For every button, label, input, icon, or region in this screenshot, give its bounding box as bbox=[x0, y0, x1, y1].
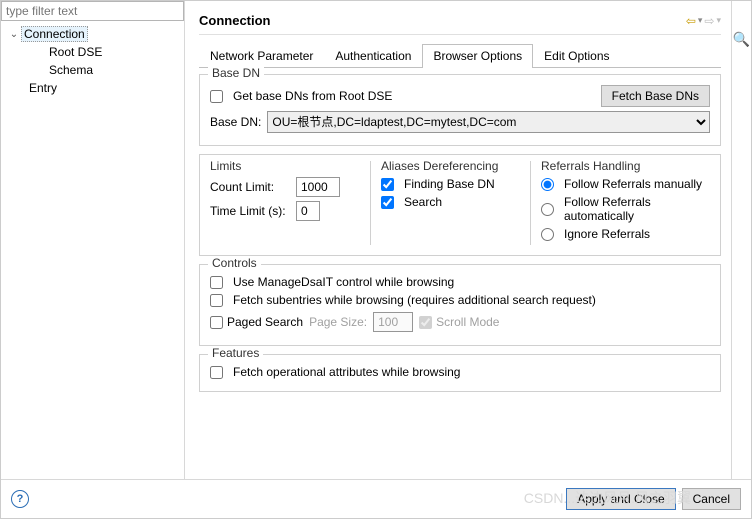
time-limit-label: Time Limit (s): bbox=[210, 204, 290, 218]
tree-label: Schema bbox=[47, 63, 95, 77]
count-limit-input[interactable] bbox=[296, 177, 340, 197]
fetch-subentries-checkbox[interactable]: Fetch subentries while browsing (require… bbox=[210, 293, 710, 307]
sidebar: ⌄ Connection Root DSE Schema Entry bbox=[1, 1, 185, 479]
tree-label: Connection bbox=[21, 26, 88, 42]
tree-item-root-dse[interactable]: Root DSE bbox=[1, 43, 184, 61]
label: Use ManageDsaIT control while browsing bbox=[233, 275, 454, 289]
label: Paged Search bbox=[227, 315, 303, 329]
base-dn-label: Base DN: bbox=[210, 115, 261, 129]
tree-label: Root DSE bbox=[47, 45, 104, 59]
base-dn-select[interactable]: OU=根节点,DC=ldaptest,DC=mytest,DC=com bbox=[267, 111, 710, 133]
right-rail: 🔍 bbox=[731, 1, 751, 479]
tree-item-connection[interactable]: ⌄ Connection bbox=[1, 25, 184, 43]
managedsait-checkbox[interactable]: Use ManageDsaIT control while browsing bbox=[210, 275, 710, 289]
tree-label: Entry bbox=[27, 81, 59, 95]
tab-edit-options[interactable]: Edit Options bbox=[533, 44, 620, 68]
label: Search bbox=[404, 195, 442, 209]
tab-browser-options[interactable]: Browser Options bbox=[422, 44, 533, 68]
search-icon[interactable]: 🔍 bbox=[733, 31, 750, 48]
label: Scroll Mode bbox=[436, 315, 499, 329]
limits-aliases-referrals-group: Limits Count Limit: Time Limit (s): Alia… bbox=[199, 154, 721, 256]
label: Get base DNs from Root DSE bbox=[233, 89, 392, 103]
page-size-input bbox=[373, 312, 413, 332]
apply-and-close-button[interactable]: Apply and Close bbox=[566, 488, 675, 510]
help-icon[interactable]: ? bbox=[11, 490, 29, 508]
legend: Features bbox=[208, 346, 263, 360]
label: Fetch operational attributes while brows… bbox=[233, 365, 460, 379]
aliases-legend: Aliases Dereferencing bbox=[381, 159, 520, 173]
count-limit-label: Count Limit: bbox=[210, 180, 290, 194]
time-limit-input[interactable] bbox=[296, 201, 320, 221]
forward-icon[interactable]: ⇨ bbox=[704, 14, 714, 28]
legend: Controls bbox=[208, 256, 261, 270]
back-menu-icon[interactable]: ▾ bbox=[698, 15, 703, 26]
scroll-mode-checkbox: Scroll Mode bbox=[419, 315, 499, 329]
tree-item-schema[interactable]: Schema bbox=[1, 61, 184, 79]
page-title: Connection bbox=[199, 13, 271, 28]
get-base-dns-checkbox[interactable]: Get base DNs from Root DSE bbox=[210, 89, 392, 103]
cancel-button[interactable]: Cancel bbox=[682, 488, 741, 510]
ignore-referrals-radio[interactable]: Ignore Referrals bbox=[541, 227, 710, 241]
label: Fetch subentries while browsing (require… bbox=[233, 293, 596, 307]
nav-arrows: ⇦▾ ⇨▾ bbox=[686, 14, 721, 28]
paged-search-checkbox[interactable]: Paged Search bbox=[210, 315, 303, 329]
fetch-operational-attributes-checkbox[interactable]: Fetch operational attributes while brows… bbox=[210, 365, 710, 379]
limits-legend: Limits bbox=[210, 159, 360, 173]
label: Ignore Referrals bbox=[564, 227, 650, 241]
referrals-legend: Referrals Handling bbox=[541, 159, 710, 173]
legend: Base DN bbox=[208, 66, 264, 80]
base-dn-group: Base DN Get base DNs from Root DSE Fetch… bbox=[199, 74, 721, 146]
label: Follow Referrals manually bbox=[564, 177, 702, 191]
fetch-base-dns-button[interactable]: Fetch Base DNs bbox=[601, 85, 710, 107]
follow-referrals-manually-radio[interactable]: Follow Referrals manually bbox=[541, 177, 710, 191]
tab-network-parameter[interactable]: Network Parameter bbox=[199, 44, 324, 68]
tree: ⌄ Connection Root DSE Schema Entry bbox=[1, 21, 184, 101]
finding-base-dn-checkbox[interactable]: Finding Base DN bbox=[381, 177, 520, 191]
features-group: Features Fetch operational attributes wh… bbox=[199, 354, 721, 392]
tabs: Network Parameter Authentication Browser… bbox=[199, 43, 721, 68]
footer: ? Apply and Close Cancel CSDN...达边风月.风之羽… bbox=[1, 479, 751, 518]
page-size-label: Page Size: bbox=[309, 315, 367, 329]
controls-group: Controls Use ManageDsaIT control while b… bbox=[199, 264, 721, 346]
chevron-down-icon[interactable]: ⌄ bbox=[7, 29, 21, 40]
search-checkbox[interactable]: Search bbox=[381, 195, 520, 209]
content: Connection ⇦▾ ⇨▾ Network Parameter Authe… bbox=[185, 1, 731, 479]
filter-input[interactable] bbox=[1, 1, 184, 21]
label: Finding Base DN bbox=[404, 177, 495, 191]
follow-referrals-automatically-radio[interactable]: Follow Referrals automatically bbox=[541, 195, 710, 223]
back-icon[interactable]: ⇦ bbox=[686, 14, 696, 28]
label: Follow Referrals automatically bbox=[564, 195, 710, 223]
tab-authentication[interactable]: Authentication bbox=[324, 44, 422, 68]
forward-menu-icon[interactable]: ▾ bbox=[716, 15, 721, 26]
tree-item-entry[interactable]: Entry bbox=[1, 79, 184, 97]
